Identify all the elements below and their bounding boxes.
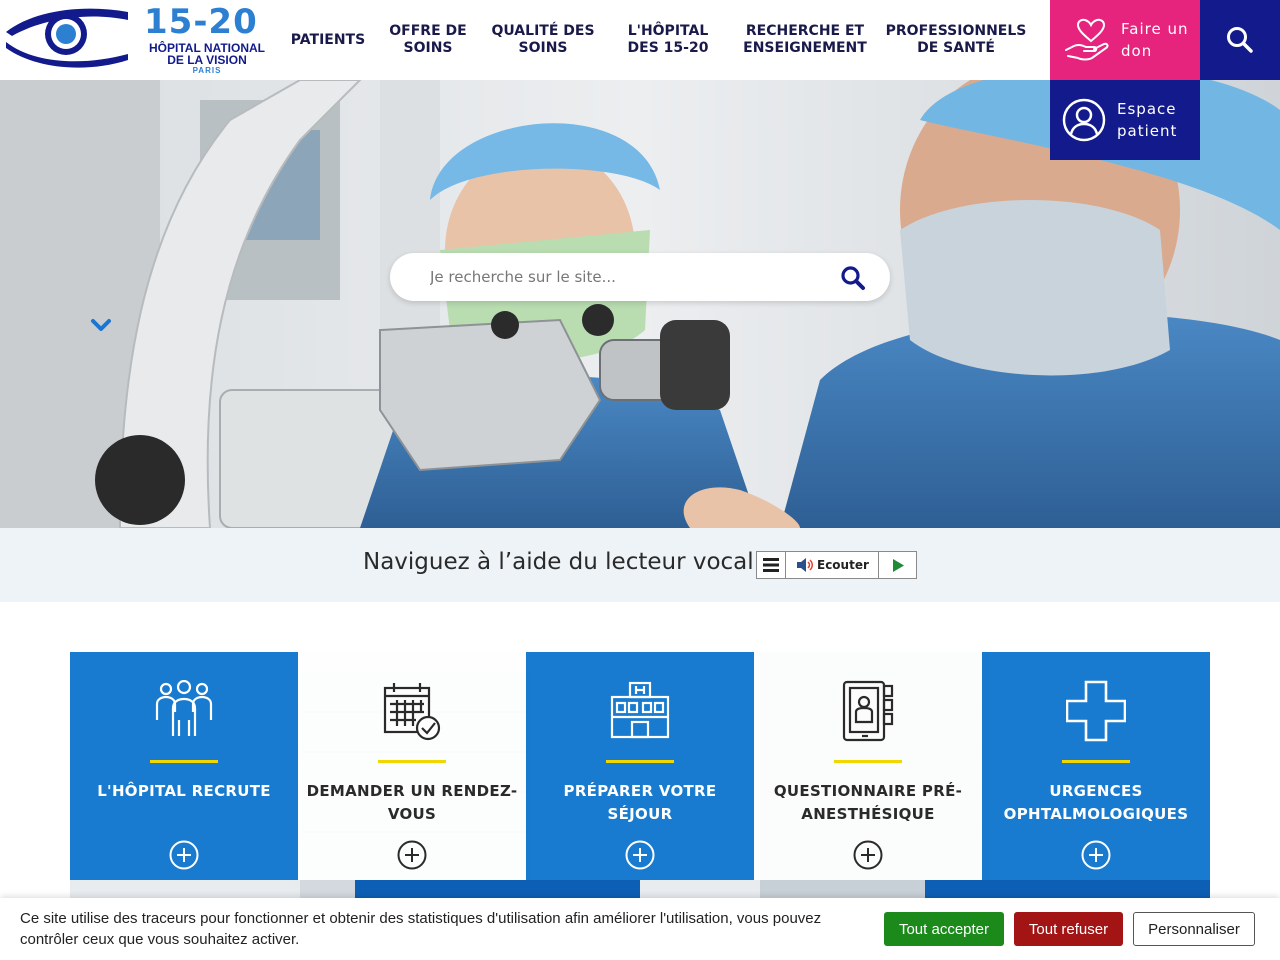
menu-icon — [763, 558, 779, 572]
card-preparer-sejour[interactable]: PRÉPARER VOTRE SÉJOUR — [526, 652, 754, 880]
nav-item-qualite-des-soins[interactable]: QUALITÉ DES SOINS — [484, 23, 602, 57]
card-label: DEMANDER UN RENDEZ-VOUS — [306, 782, 518, 823]
eye-logo-icon — [6, 8, 128, 68]
vocal-reader-label: Naviguez à l’aide du lecteur vocal : — [363, 549, 769, 575]
patient-label-line1: Espace — [1117, 100, 1177, 118]
nav-item-label: OFFRE DE — [389, 23, 467, 39]
nav-item-label: PATIENTS — [290, 31, 366, 48]
player-menu-button[interactable] — [757, 552, 786, 578]
heart-hand-icon — [1065, 18, 1109, 61]
nav-item-offre-de-soins[interactable]: OFFRE DE SOINS — [372, 23, 484, 57]
card-questionnaire-pre-anesthesique[interactable]: QUESTIONNAIRE PRÉ-ANESTHÉSIQUE — [754, 652, 982, 880]
donate-label: Faire un don — [1121, 18, 1188, 62]
listen-label: Ecouter — [817, 558, 869, 572]
plus-circle-icon[interactable] — [853, 840, 883, 870]
nav-item-professionnels[interactable]: PROFESSIONNELS DE SANTÉ — [876, 23, 1036, 57]
patient-label: Espace patient — [1117, 98, 1177, 142]
donate-label-line2: don — [1121, 42, 1153, 60]
user-circle-icon — [1062, 98, 1106, 142]
cookie-customize-button[interactable]: Personnaliser — [1133, 912, 1255, 946]
cookie-refuse-button[interactable]: Tout refuser — [1014, 912, 1123, 946]
plus-circle-icon[interactable] — [625, 840, 655, 870]
card-accent-bar — [606, 760, 674, 763]
cookie-text: Ce site utilise des traceurs pour foncti… — [20, 910, 822, 948]
main-nav: PATIENTS OFFRE DE SOINS QUALITÉ DES SOIN… — [284, 0, 1036, 80]
vocal-reader-bar: Naviguez à l’aide du lecteur vocal : Eco… — [0, 528, 1280, 602]
card-label: URGENCES OPHTALMOLOGIQUES — [1003, 782, 1189, 823]
plus-circle-icon[interactable] — [1081, 840, 1111, 870]
clipboard-icon — [842, 680, 894, 742]
card-accent-bar — [1062, 760, 1130, 763]
speaker-icon — [797, 558, 813, 572]
nav-item-label: DE SANTÉ — [917, 40, 995, 56]
card-demander-rendez-vous[interactable]: DEMANDER UN RENDEZ-VOUS — [298, 652, 526, 880]
scroll-down-button[interactable] — [89, 317, 113, 333]
card-label: QUESTIONNAIRE PRÉ-ANESTHÉSIQUE — [773, 782, 963, 823]
nav-item-hopital[interactable]: L'HÔPITAL DES 15-20 — [602, 23, 734, 57]
header-search-button[interactable] — [1200, 0, 1280, 80]
search-icon[interactable] — [840, 265, 866, 291]
vocal-player: Ecouter — [756, 551, 917, 579]
card-label: L'HÔPITAL RECRUTE — [97, 782, 271, 800]
nav-item-label: QUALITÉ DES — [491, 23, 595, 39]
logo-line-3: PARIS — [192, 66, 222, 75]
nav-item-label: PROFESSIONNELS — [885, 23, 1027, 39]
site-header: 15-20 HÔPITAL NATIONAL DE LA VISION PARI… — [0, 0, 1280, 80]
card-label: PRÉPARER VOTRE SÉJOUR — [563, 782, 717, 823]
page: 15-20 HÔPITAL NATIONAL DE LA VISION PARI… — [0, 0, 1280, 960]
plus-circle-icon[interactable] — [169, 840, 199, 870]
nav-item-label: SOINS — [518, 40, 568, 56]
donate-label-line1: Faire un — [1121, 20, 1189, 38]
search-icon — [1227, 27, 1253, 53]
chevron-down-icon — [91, 319, 111, 331]
cookie-banner: Ce site utilise des traceurs pour foncti… — [0, 898, 1280, 960]
calendar-check-icon — [383, 683, 441, 741]
people-icon — [155, 680, 213, 736]
donate-button[interactable]: Faire un don — [1050, 0, 1200, 80]
card-hopital-recrute[interactable]: L'HÔPITAL RECRUTE — [70, 652, 298, 880]
plus-circle-icon[interactable] — [397, 840, 427, 870]
nav-item-patients[interactable]: PATIENTS — [284, 32, 372, 49]
card-accent-bar — [150, 760, 218, 763]
cookie-accept-button[interactable]: Tout accepter — [884, 912, 1004, 946]
hero-search-bar — [390, 253, 890, 301]
nav-item-label: DES 15-20 — [627, 40, 709, 56]
logo-number: 15-20 — [144, 2, 258, 42]
medical-cross-icon — [1066, 680, 1126, 742]
play-button[interactable] — [879, 552, 916, 578]
nav-item-label: RECHERCHE ET — [745, 23, 865, 39]
site-logo[interactable]: 15-20 HÔPITAL NATIONAL DE LA VISION PARI… — [4, 2, 274, 78]
card-urgences-ophtalmologiques[interactable]: URGENCES OPHTALMOLOGIQUES — [982, 652, 1210, 880]
patient-space-button[interactable]: Espace patient — [1050, 80, 1200, 160]
logo-line-2: DE LA VISION — [167, 53, 247, 67]
card-accent-bar — [378, 760, 446, 763]
play-icon — [892, 558, 904, 572]
nav-item-recherche[interactable]: RECHERCHE ET ENSEIGNEMENT — [734, 23, 876, 57]
nav-item-label: SOINS — [403, 40, 453, 56]
hospital-icon — [610, 681, 670, 739]
listen-button[interactable]: Ecouter — [786, 552, 879, 578]
hero-search-input[interactable] — [430, 253, 830, 301]
card-accent-bar — [834, 760, 902, 763]
patient-label-line2: patient — [1117, 122, 1178, 140]
nav-item-label: L'HÔPITAL — [627, 23, 709, 39]
nav-item-label: ENSEIGNEMENT — [743, 40, 867, 56]
